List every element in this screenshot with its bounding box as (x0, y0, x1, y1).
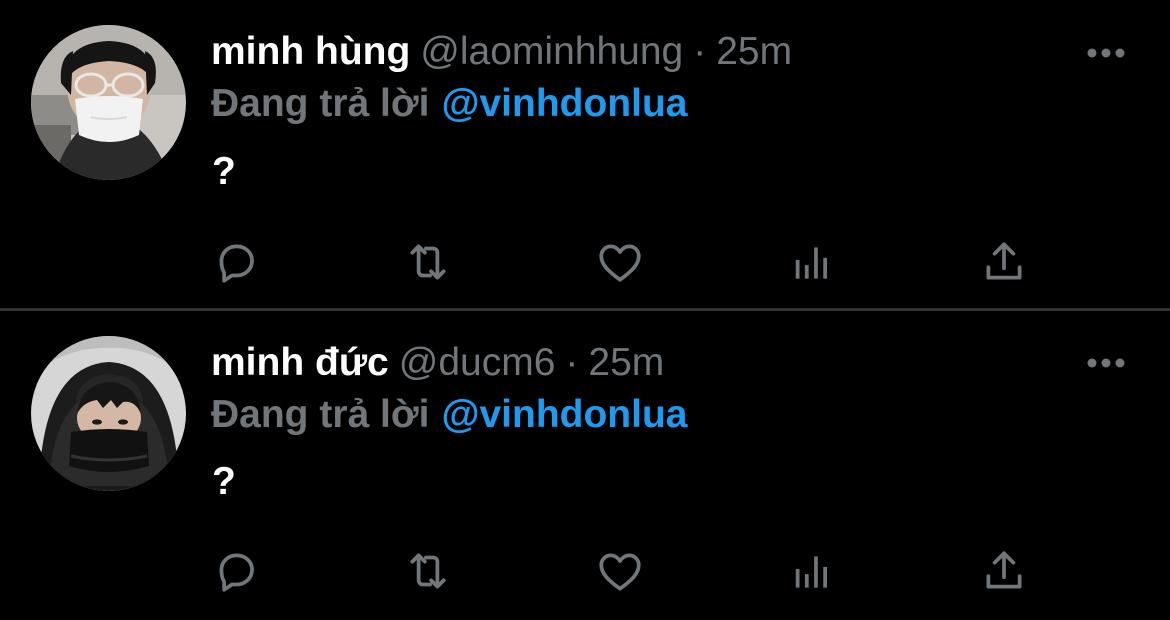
more-button[interactable] (1086, 356, 1126, 368)
share-icon (986, 242, 1022, 280)
avatar[interactable] (31, 25, 186, 180)
more-icon (1087, 358, 1125, 368)
replying-to: Đang trả lời @vinhdonlua (211, 391, 687, 439)
tweet-header: minh hùng @laominhhung · 25m (211, 28, 792, 76)
more-button[interactable] (1086, 46, 1126, 58)
separator-dot: · (693, 30, 707, 73)
share-icon (986, 551, 1022, 589)
replying-to-label: Đang trả lời (211, 393, 430, 436)
views-icon (795, 247, 827, 279)
more-icon (1087, 48, 1125, 58)
retweet-button[interactable] (402, 236, 454, 288)
tweet-header: minh đức @ducm6 · 25m (211, 339, 664, 387)
reply-button[interactable] (210, 236, 262, 288)
user-handle[interactable]: @laominhhung (420, 30, 683, 73)
avatar-photo (31, 336, 186, 491)
display-name[interactable]: minh đức (211, 341, 389, 384)
tweet-divider (0, 308, 1170, 311)
mention-link[interactable]: @vinhdonlua (441, 393, 687, 436)
tweet[interactable]: minh hùng @laominhhung · 25m Đang trả lời @v… (0, 0, 1170, 308)
tweet-actions (0, 545, 1170, 597)
reply-icon (219, 244, 254, 283)
share-button[interactable] (978, 545, 1030, 597)
like-button[interactable] (594, 236, 646, 288)
mention-link[interactable]: @vinhdonlua (441, 82, 687, 125)
tweet-text: ? (212, 150, 236, 193)
tweet-actions (0, 236, 1170, 288)
separator-dot: · (565, 341, 579, 384)
timestamp[interactable]: 25m (716, 30, 792, 73)
like-button[interactable] (594, 545, 646, 597)
avatar[interactable] (31, 336, 186, 491)
share-button[interactable] (978, 236, 1030, 288)
like-icon (599, 553, 641, 591)
retweet-icon (410, 244, 446, 280)
reply-icon (219, 553, 254, 592)
like-icon (599, 244, 641, 282)
avatar-photo (31, 25, 186, 180)
views-button[interactable] (786, 236, 838, 288)
views-icon (795, 556, 827, 588)
replying-to-label: Đang trả lời (211, 82, 430, 125)
user-handle[interactable]: @ducm6 (399, 341, 556, 384)
replying-to: Đang trả lời @vinhdonlua (211, 80, 687, 128)
retweet-icon (410, 553, 446, 589)
display-name[interactable]: minh hùng (211, 30, 410, 73)
tweet-text: ? (212, 460, 236, 503)
reply-button[interactable] (210, 545, 262, 597)
tweet[interactable]: minh đức @ducm6 · 25m Đang trả lời @vinhdonl… (0, 312, 1170, 620)
timestamp[interactable]: 25m (588, 341, 664, 384)
retweet-button[interactable] (402, 545, 454, 597)
views-button[interactable] (786, 545, 838, 597)
